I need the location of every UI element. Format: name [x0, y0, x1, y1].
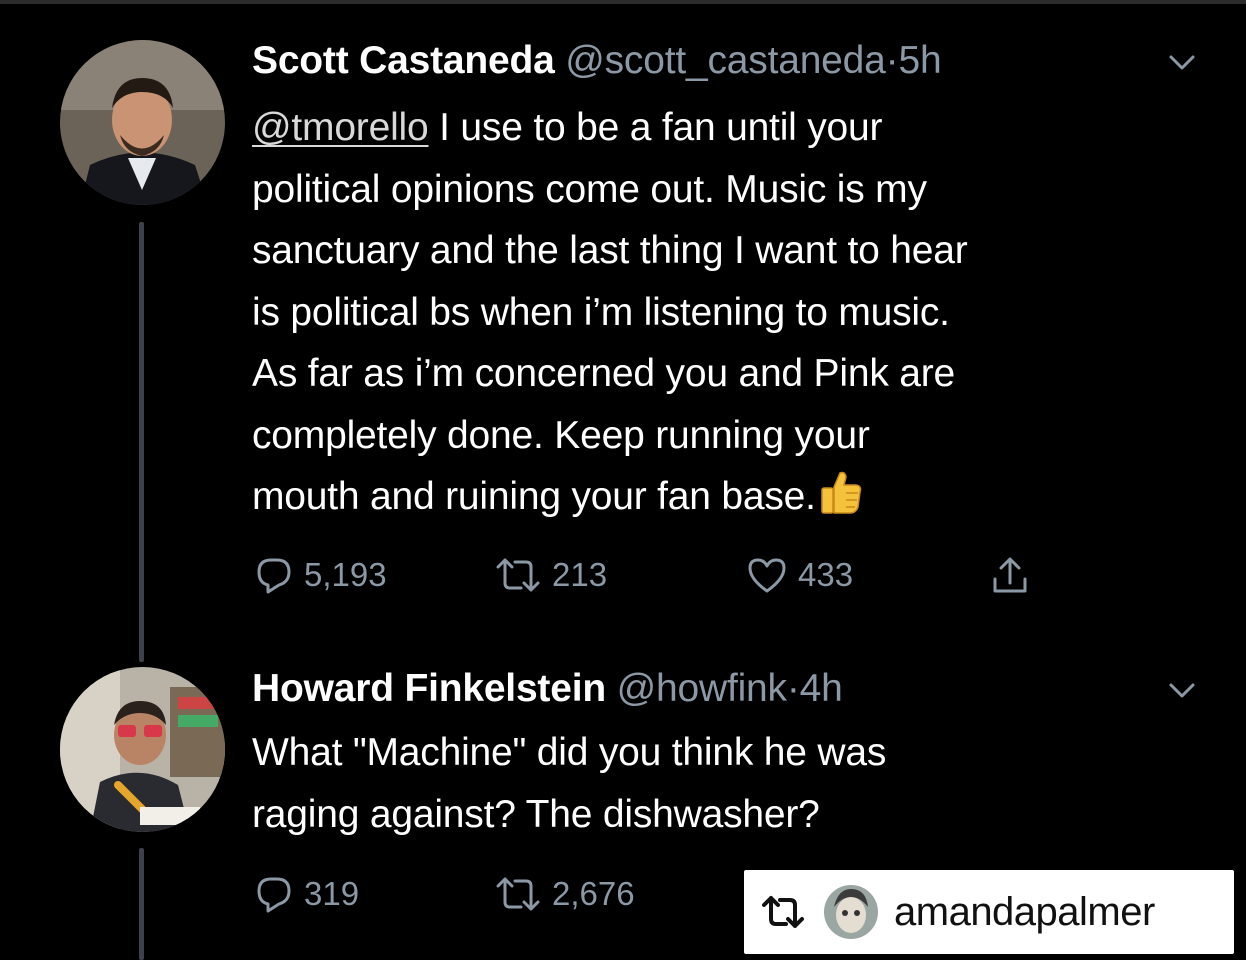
separator-dot: ·: [786, 667, 800, 710]
retweet-icon: [496, 558, 540, 592]
retweet-button[interactable]: 2,676: [494, 874, 635, 914]
tweet-line: is political bs when i’m listening to mu…: [252, 290, 950, 334]
reply-count: 319: [304, 875, 360, 912]
avatar[interactable]: [824, 885, 878, 939]
timestamp[interactable]: 4h: [800, 667, 843, 710]
tweet-line: I use to be a fan until your: [428, 106, 883, 149]
share-icon: [993, 557, 1027, 593]
retweet-count: 213: [552, 556, 608, 593]
user-handle[interactable]: @howfink: [617, 667, 787, 710]
repost-icon: [762, 896, 804, 928]
thread-line: [139, 222, 144, 662]
tweet-line: What "Machine" did you think he was: [252, 731, 887, 774]
repost-username[interactable]: amandapalmer: [894, 890, 1155, 935]
tweet-body: @tmorello I use to be a fan until your p…: [252, 97, 968, 528]
tweet-body: What "Machine" did you think he was ragi…: [252, 722, 886, 845]
retweet-button[interactable]: 213: [494, 555, 607, 595]
reply-icon: [257, 877, 291, 913]
tweet-line: sanctuary and the last thing I want to h…: [252, 229, 968, 272]
chevron-down-icon[interactable]: [1166, 674, 1198, 706]
reply-button[interactable]: 5,193: [254, 555, 387, 595]
reply-button[interactable]: 319: [254, 874, 359, 914]
chevron-down-icon[interactable]: [1166, 46, 1198, 78]
repost-badge: amandapalmer: [744, 870, 1234, 954]
tweet-line: completely done. Keep running your: [252, 413, 870, 457]
tweet-line: political opinions come out. Music is my: [252, 167, 927, 211]
top-border: [0, 0, 1246, 4]
display-name[interactable]: Howard Finkelstein: [252, 667, 606, 710]
tweet-header: Scott Castaneda @scott_castaneda·5h: [252, 38, 942, 84]
share-button[interactable]: [990, 555, 1030, 597]
retweet-count: 2,676: [552, 875, 635, 912]
user-handle[interactable]: @scott_castaneda: [565, 39, 886, 82]
thread-line: [139, 848, 144, 960]
tweet-line: As far as i’m concerned you and Pink are: [252, 352, 956, 395]
avatar[interactable]: [60, 667, 225, 832]
avatar[interactable]: [60, 40, 225, 205]
like-count: 433: [798, 556, 854, 593]
display-name[interactable]: Scott Castaneda: [252, 39, 555, 82]
retweet-icon: [496, 877, 540, 911]
thumbs-up-emoji: [821, 471, 862, 514]
reply-count: 5,193: [304, 556, 387, 593]
like-button[interactable]: 433: [746, 555, 853, 595]
heart-icon: [748, 558, 786, 593]
tweet-header: Howard Finkelstein @howfink·4h: [252, 666, 843, 712]
separator-dot: ·: [885, 39, 899, 82]
tweet-line: mouth and ruining your fan base.: [252, 475, 816, 518]
reply-icon: [257, 558, 291, 594]
mention-link[interactable]: @tmorello: [252, 106, 429, 149]
tweet-line: raging against? The dishwasher?: [252, 792, 820, 836]
timestamp[interactable]: 5h: [898, 39, 941, 82]
